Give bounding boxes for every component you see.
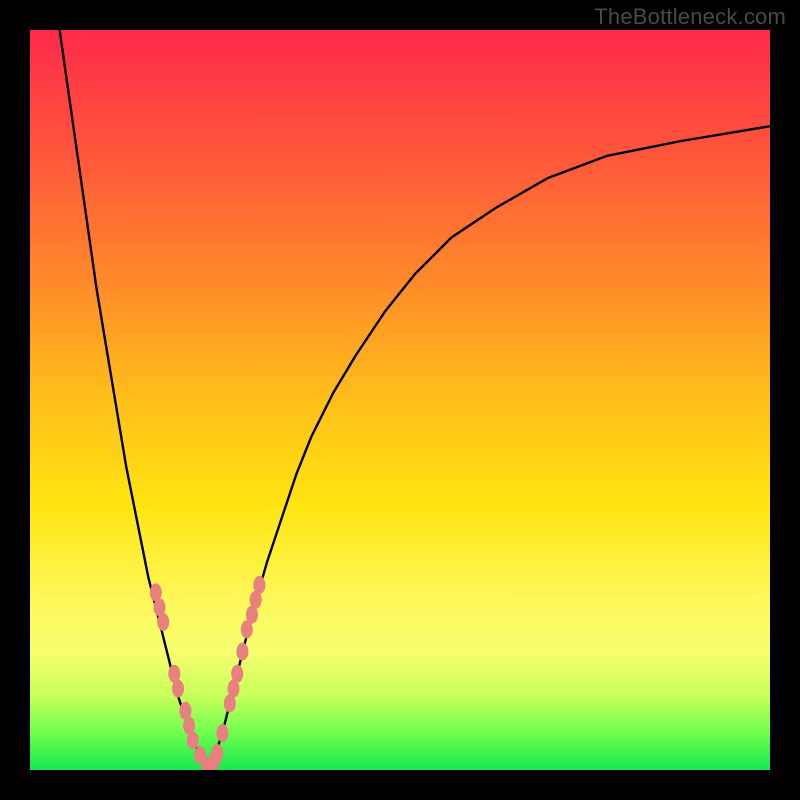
curve-layer [30,30,770,770]
marker-dot [187,732,198,749]
marker-dot [237,643,248,660]
plot-area [30,30,770,770]
marker-dot [212,745,223,762]
marker-dot [232,665,243,682]
marker-dot [158,614,169,631]
marker-dot [241,621,252,638]
chart-frame: TheBottleneck.com [0,0,800,800]
right-branch-markers [206,577,265,771]
marker-dot [254,577,265,594]
marker-dot [173,680,184,697]
watermark-text: TheBottleneck.com [594,4,786,30]
left-branch-curve [60,30,208,770]
marker-dot [217,725,228,742]
right-branch-curve [208,126,770,770]
left-branch-markers [150,584,213,770]
